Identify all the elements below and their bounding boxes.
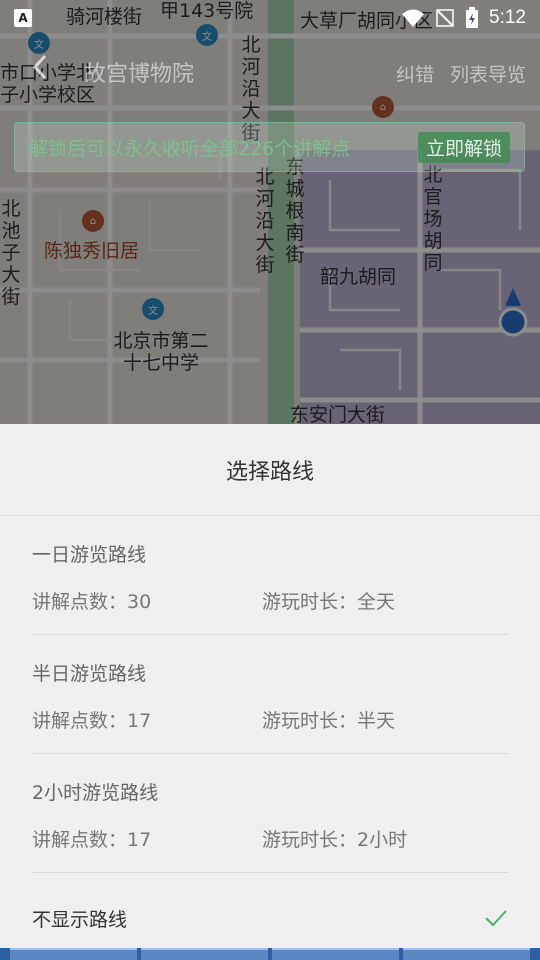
page-title: 故宫博物院 [84,62,195,87]
route-name: 2小时游览路线 [32,782,159,804]
route-name: 半日游览路线 [32,663,147,685]
clock: 5:12 [489,7,526,28]
check-icon [485,910,507,927]
route-duration: 游玩时长：半天 [262,710,396,732]
app-notification-icon: A [14,9,32,27]
route-selection-sheet: 选择路线 一日游览路线 讲解点数：30 游玩时长：全天 半日游览路线 讲解点数：… [0,424,540,960]
system-taskbar [0,948,540,960]
route-point-count: 讲解点数：30 [32,591,152,613]
status-bar: A 5:12 [0,0,540,36]
route-duration: 游玩时长：全天 [262,591,396,613]
taskbar-item[interactable] [141,948,268,960]
route-point-count: 讲解点数：17 [32,710,152,732]
route-duration: 游玩时长：2小时 [262,829,408,851]
route-point-count: 讲解点数：17 [32,829,152,851]
sheet-title: 选择路线 [0,424,540,516]
battery-charging-icon [466,7,479,28]
unlock-now-button[interactable]: 立即解锁 [417,131,510,163]
hide-route-label: 不显示路线 [32,908,128,931]
taskbar-item[interactable] [272,948,399,960]
unlock-banner-text: 解锁后可以永久收听全部226个讲解点 [29,137,351,160]
app-header: 故宫博物院 纠错 列表导览 [0,36,540,106]
route-option-one-day[interactable]: 一日游览路线 讲解点数：30 游玩时长：全天 [32,516,508,635]
route-name: 一日游览路线 [32,544,147,566]
route-option-hide[interactable]: 不显示路线 [32,873,508,960]
taskbar-item[interactable] [10,948,137,960]
route-option-two-hours[interactable]: 2小时游览路线 讲解点数：17 游玩时长：2小时 [32,754,508,873]
chevron-left-icon [32,54,47,80]
wifi-icon [402,9,425,27]
taskbar-item[interactable] [403,948,530,960]
back-button[interactable] [30,52,60,88]
no-signal-icon [436,9,454,27]
report-error-button[interactable]: 纠错 [396,60,434,87]
list-guide-button[interactable]: 列表导览 [450,60,526,87]
unlock-banner: 解锁后可以永久收听全部226个讲解点 立即解锁 [14,122,525,172]
route-option-half-day[interactable]: 半日游览路线 讲解点数：17 游玩时长：半天 [32,635,508,754]
